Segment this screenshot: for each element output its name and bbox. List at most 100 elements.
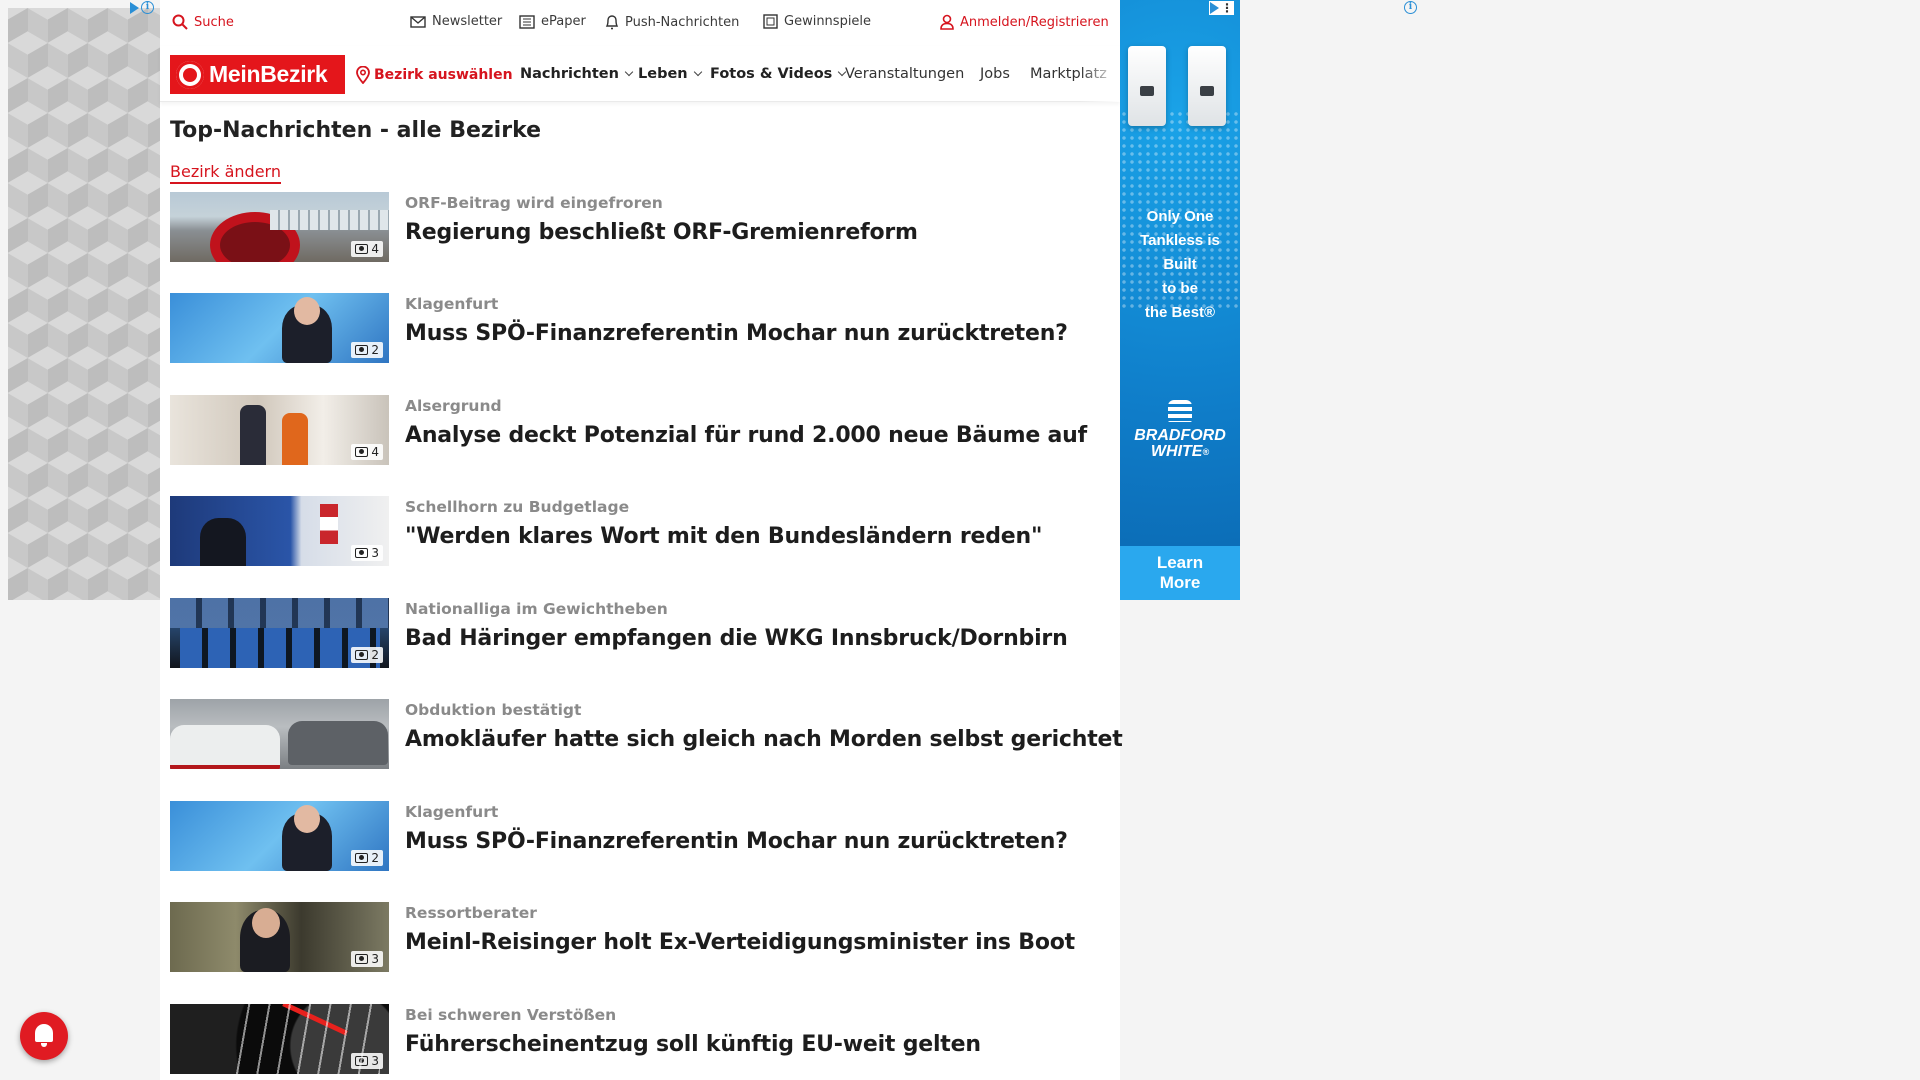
ad-choices-left[interactable]: i bbox=[130, 1, 154, 14]
article-item[interactable]: Obduktion bestätigt Amokläufer hatte sic… bbox=[170, 699, 1123, 771]
gift-icon bbox=[763, 14, 778, 29]
epaper-link[interactable]: ePaper bbox=[519, 14, 586, 29]
article-thumbnail[interactable]: 4 bbox=[170, 395, 389, 465]
main-navbar: MeinBezirk Bezirk auswählen Nachrichten … bbox=[160, 46, 1120, 102]
ad-learn-more-button[interactable]: Learn More bbox=[1120, 546, 1240, 600]
ad-brand-line: WHITE® bbox=[1150, 443, 1210, 460]
ad-left-skyscraper[interactable] bbox=[8, 8, 160, 600]
article-headline[interactable]: Muss SPÖ-Finanzreferentin Mochar nun zur… bbox=[405, 321, 1068, 346]
image-count: 2 bbox=[371, 851, 379, 865]
search-label: Suche bbox=[194, 14, 234, 30]
article-headline[interactable]: "Werden klares Wort mit den Bundesländer… bbox=[405, 524, 1042, 549]
search-link[interactable]: Suche bbox=[172, 14, 234, 30]
article-thumbnail[interactable]: 2 bbox=[170, 598, 389, 668]
push-notification-button[interactable] bbox=[20, 1012, 68, 1060]
article-kicker: Klagenfurt bbox=[405, 803, 499, 821]
article-kicker: Ressortberater bbox=[405, 904, 537, 922]
nav-jobs-label: Jobs bbox=[980, 66, 1010, 82]
info-icon[interactable]: i bbox=[1404, 1, 1417, 14]
article-thumbnail[interactable] bbox=[170, 699, 389, 769]
nav-photos-videos[interactable]: Fotos & Videos bbox=[710, 66, 847, 82]
bell-icon bbox=[605, 15, 619, 30]
article-item[interactable]: 3 Schellhorn zu Budgetlage "Werden klare… bbox=[170, 496, 1110, 568]
search-icon bbox=[172, 14, 188, 30]
article-headline[interactable]: Meinl-Reisinger holt Ex-Verteidigungsmin… bbox=[405, 930, 1075, 955]
nav-news[interactable]: Nachrichten bbox=[520, 66, 634, 82]
article-item[interactable]: 2 Klagenfurt Muss SPÖ-Finanzreferentin M… bbox=[170, 801, 1110, 873]
camera-icon bbox=[355, 345, 369, 355]
camera-icon bbox=[355, 954, 369, 964]
nav-life[interactable]: Leben bbox=[638, 66, 702, 82]
article-headline[interactable]: Analyse deckt Potenzial für rund 2.000 n… bbox=[405, 423, 1087, 448]
chevron-down-icon bbox=[624, 67, 634, 77]
contests-label: Gewinnspiele bbox=[784, 14, 872, 29]
water-heater-image bbox=[1188, 46, 1226, 126]
camera-icon bbox=[355, 244, 369, 254]
image-count-badge: 2 bbox=[351, 850, 383, 866]
article-item[interactable]: 4 ORF-Beitrag wird eingefroren Regierung… bbox=[170, 192, 1110, 264]
ad-slogan-line: Only One bbox=[1146, 208, 1214, 225]
article-item[interactable]: 2 Klagenfurt Muss SPÖ-Finanzreferentin M… bbox=[170, 293, 1110, 365]
camera-icon bbox=[355, 548, 369, 558]
ad-right-skyscraper[interactable]: Only One Tankless is Built to be the Bes… bbox=[1120, 0, 1240, 600]
adchoices-icon[interactable] bbox=[1210, 2, 1219, 14]
nav-life-label: Leben bbox=[638, 66, 688, 82]
article-kicker: Obduktion bestätigt bbox=[405, 701, 582, 719]
push-notifications-link[interactable]: Push-Nachrichten bbox=[605, 14, 739, 30]
newsletter-link[interactable]: Newsletter bbox=[410, 14, 502, 29]
info-icon[interactable]: i bbox=[141, 1, 154, 14]
article-kicker: Klagenfurt bbox=[405, 295, 499, 313]
change-district-link[interactable]: Bezirk ändern bbox=[170, 162, 281, 184]
ad-info-right[interactable]: i bbox=[1404, 1, 1417, 14]
article-headline[interactable]: Muss SPÖ-Finanzreferentin Mochar nun zur… bbox=[405, 829, 1068, 854]
nav-events[interactable]: Veranstaltungen bbox=[845, 66, 964, 82]
article-item[interactable]: 3 Ressortberater Meinl-Reisinger holt Ex… bbox=[170, 902, 1110, 974]
image-count-badge: 3 bbox=[351, 1053, 383, 1069]
image-count: 4 bbox=[371, 445, 379, 459]
article-headline[interactable]: Führerscheinentzug soll künftig EU-weit … bbox=[405, 1032, 981, 1057]
article-headline[interactable]: Amokläufer hatte sich gleich nach Morden… bbox=[405, 727, 1123, 752]
ad-slogan-line: Built bbox=[1163, 256, 1197, 273]
login-link[interactable]: Anmelden/Registrieren bbox=[940, 14, 1109, 30]
article-thumbnail[interactable]: 3 bbox=[170, 902, 389, 972]
camera-icon bbox=[355, 853, 369, 863]
article-headline[interactable]: Regierung beschließt ORF-Gremienreform bbox=[405, 220, 918, 245]
mail-icon bbox=[410, 15, 426, 28]
camera-icon bbox=[355, 1056, 369, 1066]
article-kicker: ORF-Beitrag wird eingefroren bbox=[405, 194, 663, 212]
water-heater-image bbox=[1128, 46, 1166, 126]
image-count-badge: 3 bbox=[351, 951, 383, 967]
article-thumbnail[interactable]: 2 bbox=[170, 293, 389, 363]
article-kicker: Bei schweren Verstößen bbox=[405, 1006, 617, 1024]
ad-brand-line: BRADFORD bbox=[1134, 427, 1226, 444]
contests-link[interactable]: Gewinnspiele bbox=[763, 14, 871, 29]
article-thumbnail[interactable]: 3 bbox=[170, 496, 389, 566]
login-label: Anmelden/Registrieren bbox=[960, 14, 1109, 30]
article-thumbnail[interactable]: 4 bbox=[170, 192, 389, 262]
select-district-button[interactable]: Bezirk auswählen bbox=[356, 66, 513, 84]
article-thumbnail[interactable]: 3 bbox=[170, 1004, 389, 1074]
select-district-label: Bezirk auswählen bbox=[374, 67, 513, 83]
article-headline[interactable]: Bad Häringer empfangen die WKG Innsbruck… bbox=[405, 626, 1068, 651]
ad-slogan-line: to be bbox=[1162, 280, 1198, 297]
nav-photos-label: Fotos & Videos bbox=[710, 66, 833, 82]
ad-choices-right[interactable]: ⋮ bbox=[1209, 1, 1234, 15]
image-count: 2 bbox=[371, 648, 379, 662]
location-pin-icon bbox=[356, 66, 370, 84]
image-count-badge: 4 bbox=[351, 241, 383, 257]
article-item[interactable]: 4 Alsergrund Analyse deckt Potenzial für… bbox=[170, 395, 1110, 467]
article-item[interactable]: 3 Bei schweren Verstößen Führerscheinent… bbox=[170, 1004, 1110, 1076]
utility-bar: Suche Newsletter ePaper Push-Nachrichten… bbox=[160, 0, 1120, 46]
user-icon bbox=[940, 14, 954, 30]
brand-mark-icon bbox=[1168, 400, 1192, 422]
article-kicker: Schellhorn zu Budgetlage bbox=[405, 498, 630, 516]
site-logo[interactable]: MeinBezirk bbox=[170, 55, 345, 94]
article-item[interactable]: 2 Nationalliga im Gewichtheben Bad Härin… bbox=[170, 598, 1110, 670]
nav-jobs[interactable]: Jobs bbox=[980, 66, 1010, 82]
image-count-badge: 2 bbox=[351, 647, 383, 663]
adchoices-icon[interactable] bbox=[130, 1, 139, 14]
article-thumbnail[interactable]: 2 bbox=[170, 801, 389, 871]
kebab-menu-icon[interactable]: ⋮ bbox=[1221, 1, 1233, 15]
main-column: Suche Newsletter ePaper Push-Nachrichten… bbox=[160, 0, 1123, 1080]
image-count: 3 bbox=[371, 546, 379, 560]
